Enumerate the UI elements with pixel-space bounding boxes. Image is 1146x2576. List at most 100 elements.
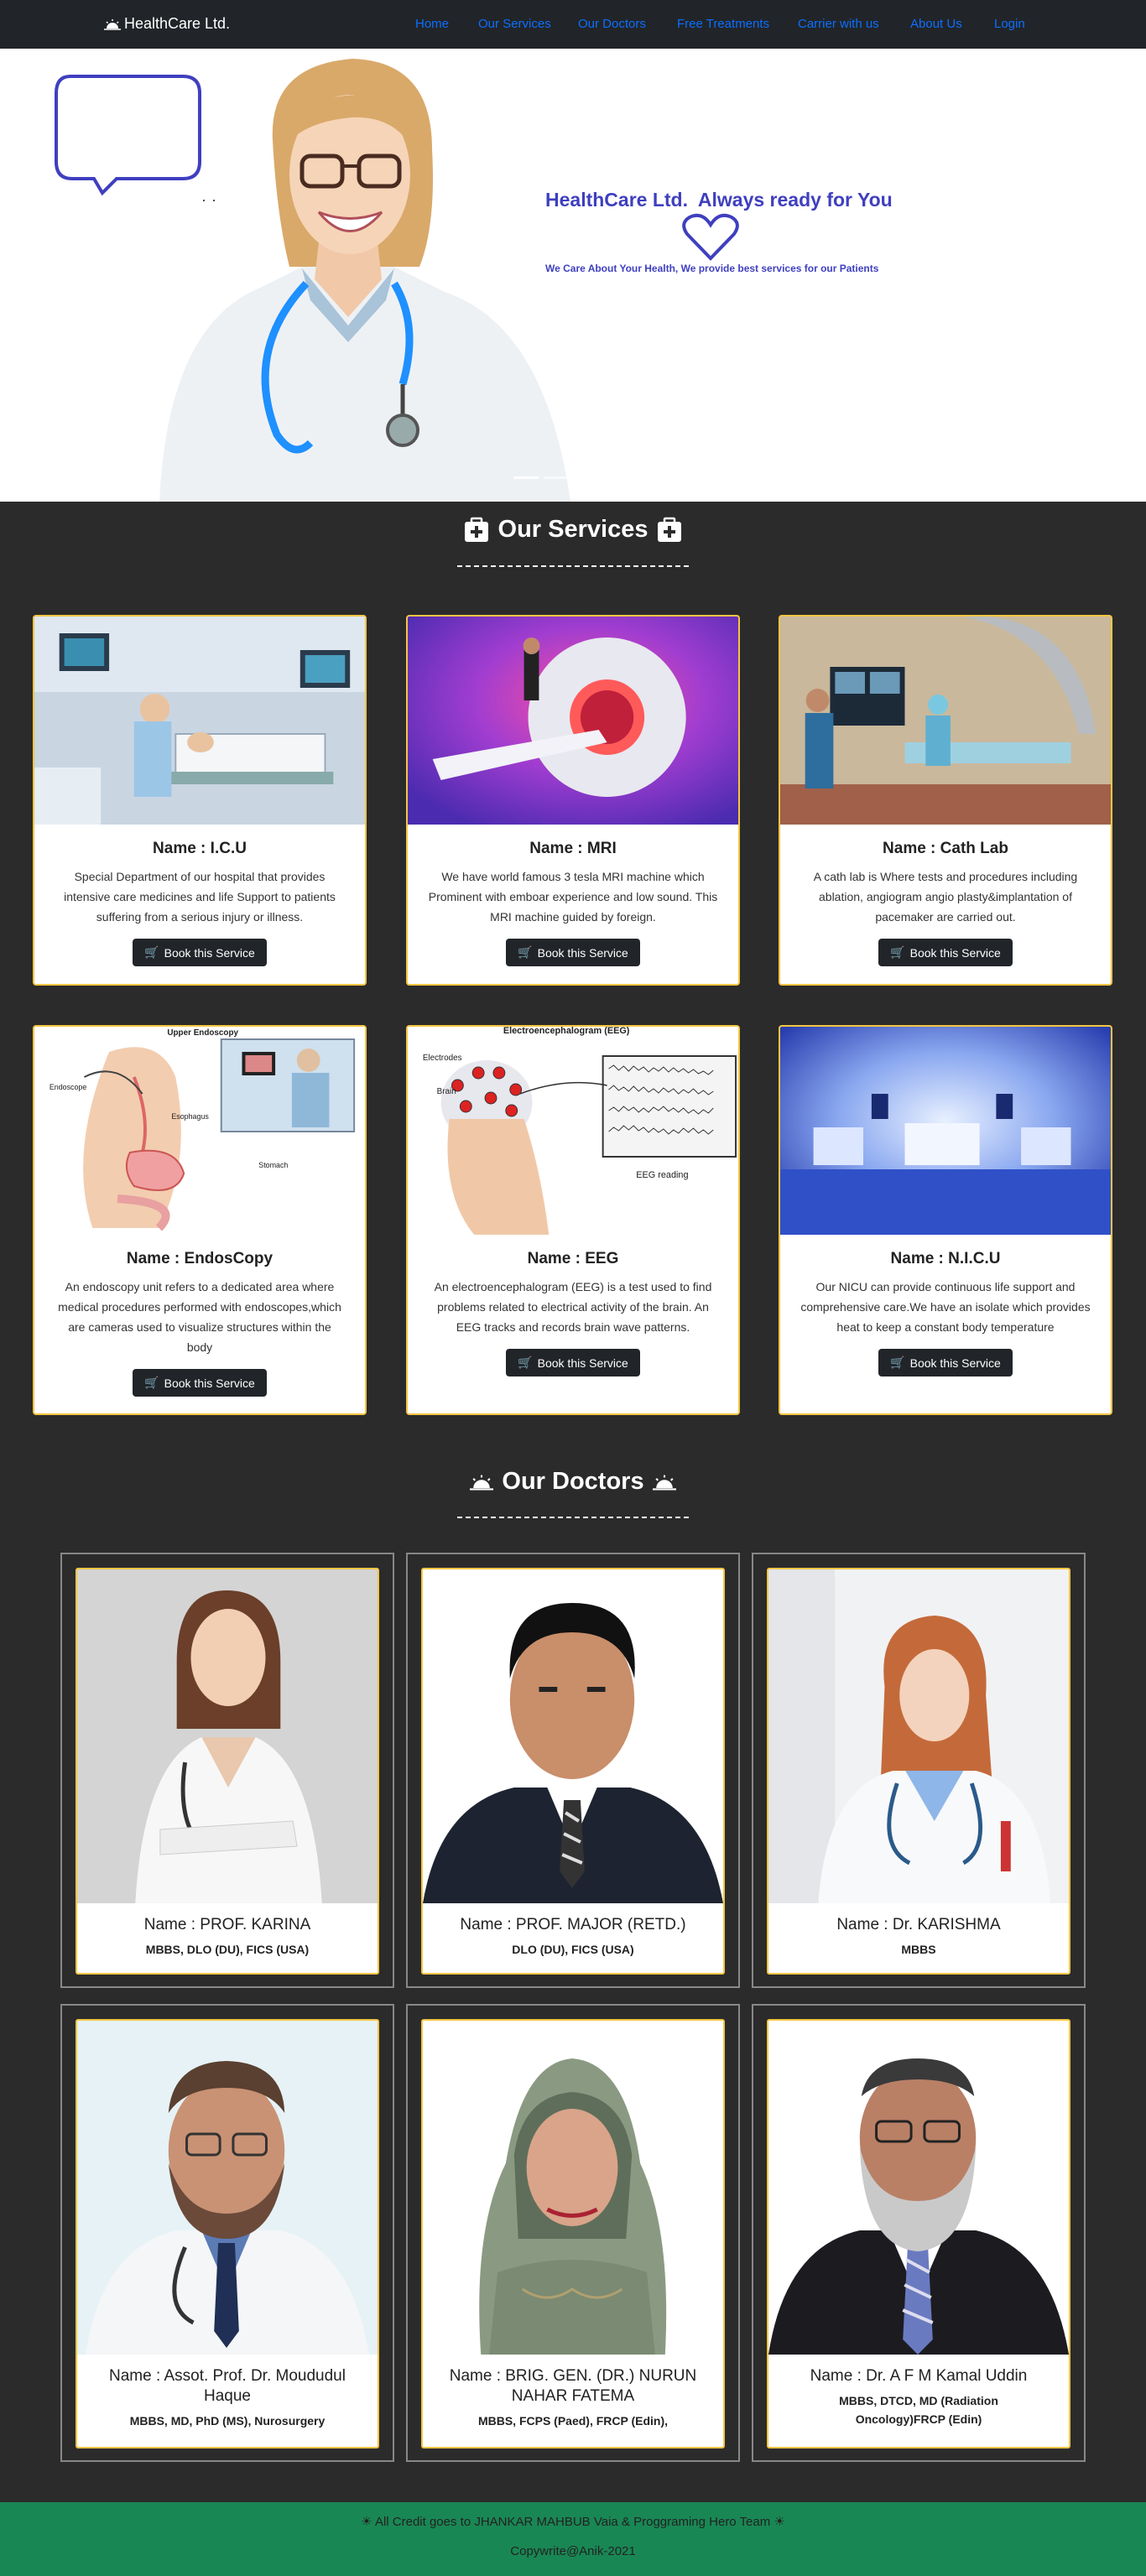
service-card-cath-lab: Name : Cath Lab A cath lab is Where test… xyxy=(779,615,1112,986)
carousel-indicator[interactable] xyxy=(513,476,539,479)
hero-carousel[interactable]: ·· HealthCare Ltd. Always ready for You … xyxy=(0,49,1146,502)
doctor-name: Name : PROF. KARINA xyxy=(143,1916,311,1933)
sunrise-icon xyxy=(470,1475,494,1490)
nav-login[interactable]: Login xyxy=(994,17,1025,31)
cart-icon: 🛒 xyxy=(144,1376,159,1389)
nav-our-doctors[interactable]: Our Doctors xyxy=(578,17,646,31)
cart-icon: 🛒 xyxy=(518,1356,533,1369)
nav-carrier[interactable]: Carrier with us xyxy=(798,17,879,31)
doctor-frame: Name : Dr. A F M Kamal Uddin MBBS, DTCD,… xyxy=(752,2004,1086,2462)
doctor-degree: MBBS, MD, PhD (MS), Nurosurgery xyxy=(129,2414,326,2428)
book-service-button[interactable]: 🛒 Book this Service xyxy=(133,1369,267,1397)
sunrise-icon: ☀ xyxy=(361,2515,372,2529)
footer-credit: ☀ All Credit goes to JHANKAR MAHBUB Vaia… xyxy=(361,2515,785,2529)
doctor-frame: Name : Assot. Prof. Dr. Moududul Haque M… xyxy=(60,2004,394,2462)
book-service-button[interactable]: 🛒 Book this Service xyxy=(133,939,267,966)
doctor-card: Name : Assot. Prof. Dr. Moududul Haque M… xyxy=(76,2019,379,2449)
book-service-button[interactable]: 🛒 Book this Service xyxy=(506,1349,640,1376)
hero-doctor-image xyxy=(159,59,570,502)
doctor-name: Name : Dr. A F M Kamal Uddin xyxy=(810,2367,1028,2385)
mri-image xyxy=(408,617,738,825)
service-desc: An endoscopy unit refers to a dedicated … xyxy=(58,1280,341,1354)
doctor-photo xyxy=(423,2021,723,2355)
navbar: HealthCare Ltd. Home Our Services Our Do… xyxy=(0,0,1146,49)
carousel-indicator[interactable] xyxy=(544,476,569,479)
heart-icon xyxy=(682,213,739,261)
doctor-name: Name : BRIG. GEN. (DR.) NURUN NAHAR FATE… xyxy=(449,2367,697,2405)
footer: ☀ All Credit goes to JHANKAR MAHBUB Vaia… xyxy=(0,2502,1146,2576)
doctor-photo xyxy=(423,1569,723,1903)
service-card-endoscopy: Upper Endoscopy Endoscope Esophagus Stom… xyxy=(33,1025,367,1415)
carousel-indicators[interactable] xyxy=(513,476,599,479)
svg-text:Electrodes: Electrodes xyxy=(423,1054,462,1063)
carousel-indicator[interactable] xyxy=(574,476,599,479)
service-name: Name : MRI xyxy=(529,840,617,857)
services-title: Our Services xyxy=(497,516,649,543)
svg-text:EEG reading: EEG reading xyxy=(636,1170,688,1180)
doctor-name: Name : Dr. KARISHMA xyxy=(836,1916,1001,1933)
hero-subtitle: We Care About Your Health, We provide be… xyxy=(545,263,879,274)
doctor-frame: Name : Dr. KARISHMA MBBS xyxy=(752,1553,1086,1988)
svg-text:Upper Endoscopy: Upper Endoscopy xyxy=(167,1028,238,1038)
service-name: Name : EndosCopy xyxy=(126,1250,273,1267)
sunrise-icon xyxy=(652,1475,676,1490)
svg-text:Stomach: Stomach xyxy=(258,1161,288,1169)
footer-copyright: Copywrite@Anik-2021 xyxy=(510,2544,636,2558)
service-name: Name : EEG xyxy=(527,1250,619,1267)
service-name: Name : I.C.U xyxy=(153,840,247,857)
svg-text:Electroencephalogram (EEG): Electroencephalogram (EEG) xyxy=(503,1027,630,1036)
doctor-frame: Name : PROF. MAJOR (RETD.) DLO (DU), FIC… xyxy=(406,1553,740,1988)
service-desc: A cath lab is Where tests and procedures… xyxy=(813,870,1078,924)
doctor-card: Name : PROF. KARINA MBBS, DLO (DU), FICS… xyxy=(76,1568,379,1975)
cart-icon: 🛒 xyxy=(518,945,533,959)
nicu-image xyxy=(780,1027,1111,1235)
service-desc: An electroencephalogram (EEG) is a test … xyxy=(434,1280,712,1334)
section-divider xyxy=(457,1517,689,1518)
doctor-photo xyxy=(77,2021,378,2355)
svg-text:Brain: Brain xyxy=(437,1087,456,1096)
service-desc: Special Department of our hospital that … xyxy=(64,870,336,924)
doctor-frame: Name : BRIG. GEN. (DR.) NURUN NAHAR FATE… xyxy=(406,2004,740,2462)
book-service-button[interactable]: 🛒 Book this Service xyxy=(878,939,1013,966)
service-card-icu: Name : I.C.U Special Department of our h… xyxy=(33,615,367,986)
section-divider xyxy=(457,565,689,567)
cart-icon: 🛒 xyxy=(890,1356,905,1369)
cart-icon: 🛒 xyxy=(890,945,905,959)
service-card-nicu: Name : N.I.C.U Our NICU can provide cont… xyxy=(779,1025,1112,1415)
doctor-degree: MBBS xyxy=(901,1943,936,1956)
doctor-card: Name : Dr. KARISHMA MBBS xyxy=(767,1568,1070,1975)
endoscopy-image: Upper Endoscopy Endoscope Esophagus Stom… xyxy=(34,1027,365,1235)
svg-text:Endoscope: Endoscope xyxy=(49,1083,87,1091)
book-service-button[interactable]: 🛒 Book this Service xyxy=(506,939,640,966)
doctor-degree: DLO (DU), FICS (USA) xyxy=(512,1943,634,1956)
cath-lab-image xyxy=(780,617,1111,825)
doctor-card: Name : PROF. MAJOR (RETD.) DLO (DU), FIC… xyxy=(421,1568,725,1975)
service-card-mri: Name : MRI We have world famous 3 tesla … xyxy=(406,615,740,986)
doctor-degree: MBBS, DLO (DU), FICS (USA) xyxy=(145,1943,310,1956)
doctor-degree: MBBS, FCPS (Paed), FRCP (Edin), xyxy=(477,2414,669,2428)
nav-free-treatments[interactable]: Free Treatments xyxy=(677,17,769,31)
hospital-box-icon xyxy=(464,517,488,542)
service-desc: We have world famous 3 tesla MRI machine… xyxy=(428,870,718,924)
nav-our-services[interactable]: Our Services xyxy=(478,17,551,31)
doctor-frame: Name : PROF. KARINA MBBS, DLO (DU), FICS… xyxy=(60,1553,394,1988)
doctor-card: Name : Dr. A F M Kamal Uddin MBBS, DTCD,… xyxy=(767,2019,1070,2449)
services-heading: Our Services xyxy=(0,516,1146,544)
hospital-box-icon xyxy=(658,517,682,542)
nav-home[interactable]: Home xyxy=(415,17,449,31)
service-card-eeg: Electroencephalogram (EEG) Electrodes Br… xyxy=(406,1025,740,1415)
doctor-card: Name : BRIG. GEN. (DR.) NURUN NAHAR FATE… xyxy=(421,2019,725,2449)
service-desc: Our NICU can provide continuous life sup… xyxy=(800,1280,1091,1334)
doctor-name: Name : Assot. Prof. Dr. Moududul Haque xyxy=(109,2367,346,2405)
service-name: Name : N.I.C.U xyxy=(890,1250,1001,1267)
sunrise-icon: ☀ xyxy=(774,2515,785,2529)
service-name: Name : Cath Lab xyxy=(883,840,1008,857)
book-service-button[interactable]: 🛒 Book this Service xyxy=(878,1349,1013,1376)
doctor-degree: MBBS, DTCD, MD (Radiation Oncology)FRCP … xyxy=(839,2394,998,2426)
doctor-photo xyxy=(768,1569,1069,1903)
doctor-photo xyxy=(768,2021,1069,2355)
cart-icon: 🛒 xyxy=(144,945,159,959)
doctor-photo xyxy=(77,1569,378,1903)
nav-about-us[interactable]: About Us xyxy=(910,17,962,31)
eeg-image: Electroencephalogram (EEG) Electrodes Br… xyxy=(408,1027,738,1235)
